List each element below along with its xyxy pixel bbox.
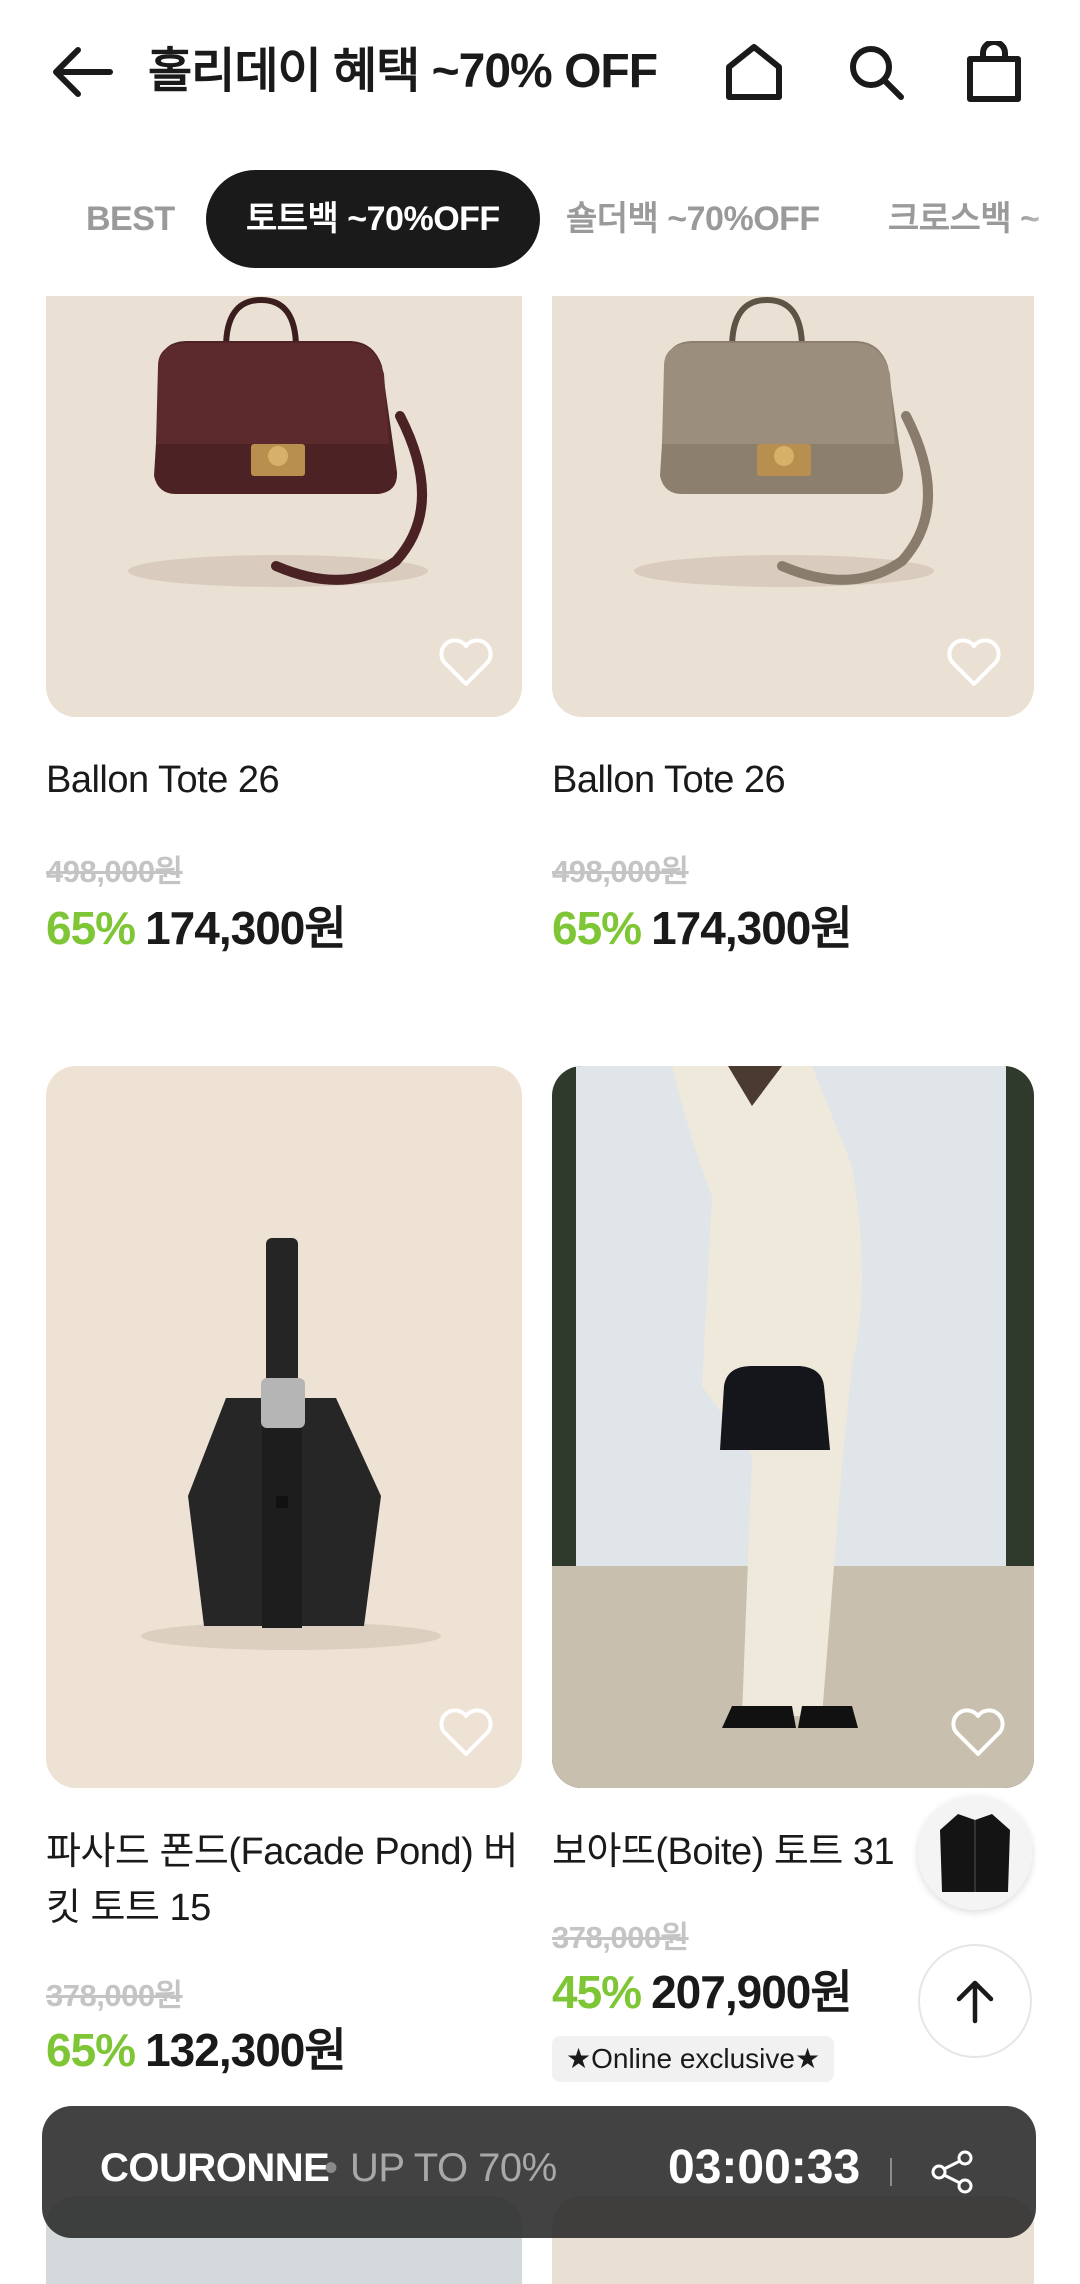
promo-separator: •: [324, 2146, 339, 2190]
back-button[interactable]: [42, 36, 122, 108]
original-price: 498,000원: [552, 854, 689, 889]
product-image[interactable]: [552, 296, 1034, 717]
tab-shoulder[interactable]: 숄더백 ~70%OFF: [566, 170, 820, 268]
product-name[interactable]: 보아뜨(Boite) 토트 31: [552, 1824, 912, 1880]
tabs-fade: [1020, 160, 1080, 280]
home-button[interactable]: [718, 36, 790, 108]
discount-rate: 65%: [552, 902, 642, 954]
product-image[interactable]: [552, 1066, 1034, 1788]
scroll-top-button[interactable]: [918, 1944, 1032, 2058]
share-icon: [931, 2150, 973, 2194]
online-exclusive-badge: ★Online exclusive★: [552, 2036, 835, 2082]
tab-best[interactable]: BEST: [86, 170, 175, 268]
heart-icon[interactable]: [946, 636, 1002, 688]
arrow-up-icon: [956, 1980, 994, 2024]
price-row: 45% 207,900원: [552, 1956, 853, 2022]
sale-price: 174,300원: [651, 902, 853, 954]
product-photo-model-with-tote: [552, 1066, 1034, 1788]
back-arrow-icon: [53, 47, 113, 97]
top-app-bar: 홀리데이 혜택 ~70% OFF: [0, 0, 1080, 145]
page-title: 홀리데이 혜택 ~70% OFF: [148, 45, 658, 98]
sale-price: 174,300원: [145, 902, 347, 954]
search-button[interactable]: [840, 36, 912, 108]
discount-rate: 65%: [46, 902, 136, 954]
product-image[interactable]: [46, 296, 522, 717]
original-price: 378,000원: [46, 1978, 183, 2013]
promo-tagline: UP TO 70%: [350, 2146, 557, 2190]
product-photo-black-bucket-tote: [141, 1238, 441, 1650]
product-name[interactable]: Ballon Tote 26: [552, 752, 1032, 808]
product-name[interactable]: 파사드 폰드(Facade Pond) 버킷 토트 15: [46, 1824, 526, 1936]
divider: [890, 2158, 892, 2186]
recent-product-jacket: [918, 1796, 1032, 1910]
original-price: 378,000원: [552, 1920, 689, 1955]
category-tabs: BEST 토트백 ~70%OFF 숄더백 ~70%OFF 크로스백 ~: [0, 160, 1080, 280]
recently-viewed-thumbnail[interactable]: [918, 1796, 1032, 1910]
original-price: 498,000원: [46, 854, 183, 889]
sale-price: 207,900원: [651, 1966, 853, 2018]
home-icon: [726, 44, 782, 100]
tab-crossbody[interactable]: 크로스백 ~: [888, 170, 1040, 268]
share-button[interactable]: [924, 2144, 980, 2200]
product-name[interactable]: Ballon Tote 26: [46, 752, 516, 808]
price-row: 65% 174,300원: [552, 892, 853, 958]
tab-tote[interactable]: 토트백 ~70%OFF: [206, 170, 540, 268]
price-row: 65% 174,300원: [46, 892, 347, 958]
heart-icon[interactable]: [950, 1706, 1006, 1758]
shopping-bag-icon: [967, 41, 1021, 102]
heart-icon[interactable]: [438, 636, 494, 688]
cart-button[interactable]: [958, 36, 1030, 108]
sale-price: 132,300원: [145, 2024, 347, 2076]
promo-countdown-bar[interactable]: COURONNE • UP TO 70% 03:00:33: [42, 2106, 1036, 2238]
price-row: 65% 132,300원: [46, 2014, 347, 2080]
promo-brand: COURONNE: [100, 2146, 330, 2190]
discount-rate: 65%: [46, 2024, 136, 2076]
product-image[interactable]: [46, 1066, 522, 1788]
search-icon: [850, 46, 904, 100]
heart-icon[interactable]: [438, 1706, 494, 1758]
discount-rate: 45%: [552, 1966, 642, 2018]
countdown-timer: 03:00:33: [668, 2141, 861, 2194]
